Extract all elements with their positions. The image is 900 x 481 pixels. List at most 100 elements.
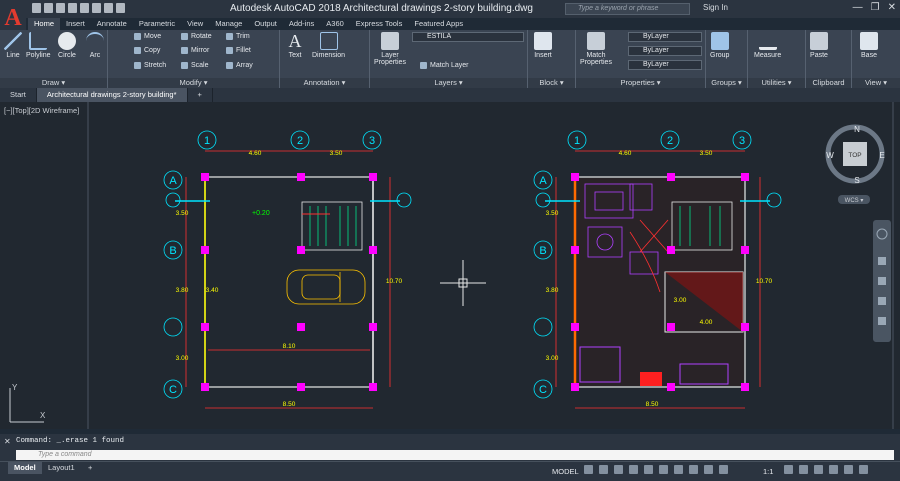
tab-annotate[interactable]: Annotate [91,18,133,30]
group-button[interactable]: Group [710,32,729,59]
redo-icon[interactable] [104,3,113,13]
isolate-icon[interactable] [814,465,823,474]
tab-layout1[interactable]: Layout1 [42,462,81,474]
selection-cycling-icon[interactable] [704,465,713,474]
new-icon[interactable] [32,3,41,13]
saveas-icon[interactable] [68,3,77,13]
search-input[interactable]: Type a keyword or phrase [565,3,690,15]
doc-tab-drawing[interactable]: Architectural drawings 2-story building* [36,88,188,102]
draw-panel-label[interactable]: Draw ▾ [0,78,107,88]
layer-properties-button[interactable]: Layer Properties [373,32,407,66]
showmotion-icon[interactable] [878,317,886,325]
pan-icon[interactable] [878,257,886,265]
model-space-toggle[interactable]: MODEL [552,467,579,476]
modify-panel-label[interactable]: Modify ▾ [108,78,279,88]
clipboard-panel-label[interactable]: Clipboard [806,78,851,88]
viewcube-west[interactable]: W [826,151,834,160]
polyline-button[interactable]: Polyline [26,32,51,59]
copy-button[interactable]: Copy [144,47,178,54]
stretch-button[interactable]: Stretch [144,62,178,69]
properties-panel-label[interactable]: Properties ▾ [576,78,705,88]
wcs-menu[interactable]: WCS ▾ [845,198,864,204]
viewcube-north[interactable]: N [854,125,860,134]
trim-button[interactable]: Trim [236,33,250,40]
tab-home[interactable]: Home [28,18,61,30]
orbit-icon[interactable] [878,297,886,305]
line-button[interactable]: Line [4,32,22,59]
navigation-bar[interactable] [873,220,891,342]
tab-output[interactable]: Output [248,18,283,30]
annotation-scale[interactable]: 1:1 [763,467,773,476]
hardware-acceleration-icon[interactable] [829,465,838,474]
viewcube-east[interactable]: E [879,151,884,160]
annotation-panel-label[interactable]: Annotation ▾ [280,78,369,88]
open-icon[interactable] [44,3,53,13]
close-command-icon[interactable]: ✕ [4,437,11,446]
clean-screen-icon[interactable] [844,465,853,474]
customization-icon[interactable] [859,465,868,474]
lineweight-dropdown[interactable]: ByLayer [628,60,702,70]
tab-parametric[interactable]: Parametric [133,18,181,30]
annotation-monitor-icon[interactable] [799,465,808,474]
match-properties-button[interactable]: Match Properties [579,32,613,66]
polar-icon[interactable] [629,465,638,474]
new-tab-button[interactable]: + [188,88,213,102]
circle-button[interactable]: Circle [58,32,76,59]
linetype-dropdown[interactable]: ByLayer [628,46,702,56]
plot-icon[interactable] [80,3,89,13]
zoom-icon[interactable] [878,277,886,285]
ortho-icon[interactable] [614,465,623,474]
viewcube-top[interactable]: TOP [848,152,861,159]
match-layer-button[interactable]: Match Layer [420,62,469,69]
close-icon[interactable]: ✕ [888,2,896,13]
dimension-button[interactable]: Dimension [312,32,345,59]
command-input[interactable]: Type a command [16,450,894,460]
view-panel-label[interactable]: View ▾ [852,78,900,88]
tab-view[interactable]: View [181,18,209,30]
layer-dropdown[interactable]: ESTILA [412,32,524,42]
drawing-area[interactable]: [−][Top][2D Wireframe] Y X 1 2 3 A B C 4… [0,102,900,429]
mirror-button[interactable]: Mirror [191,47,223,54]
share-icon[interactable] [116,3,125,13]
tab-express-tools[interactable]: Express Tools [350,18,409,30]
fillet-button[interactable]: Fillet [236,47,251,54]
tab-featured-apps[interactable]: Featured Apps [408,18,469,30]
base-button[interactable]: Base [860,32,878,59]
save-icon[interactable] [56,3,65,13]
tab-model[interactable]: Model [8,462,42,474]
snap-icon[interactable] [599,465,608,474]
text-button[interactable]: A Text [286,32,304,59]
undo-icon[interactable] [92,3,101,13]
array-button[interactable]: Array [236,62,253,69]
tab-manage[interactable]: Manage [209,18,248,30]
workspace-icon[interactable] [784,465,793,474]
lineweight-icon[interactable] [674,465,683,474]
measure-button[interactable]: Measure [754,32,781,59]
add-layout-button[interactable]: + [82,462,98,474]
tab-a360[interactable]: A360 [320,18,350,30]
transparency-icon[interactable] [689,465,698,474]
insert-button[interactable]: Insert [534,32,552,59]
color-dropdown[interactable]: ByLayer [628,32,702,42]
layers-panel-label[interactable]: Layers ▾ [370,78,527,88]
viewcube-south[interactable]: S [854,176,859,185]
tab-add-ins[interactable]: Add-ins [283,18,320,30]
minimize-icon[interactable]: — [853,2,863,13]
utilities-panel-label[interactable]: Utilities ▾ [748,78,805,88]
move-button[interactable]: Move [144,33,178,40]
grid-icon[interactable] [584,465,593,474]
annotation-visibility-icon[interactable] [719,465,728,474]
otrack-icon[interactable] [659,465,668,474]
tab-insert[interactable]: Insert [60,18,91,30]
maximize-icon[interactable]: ❐ [871,2,880,13]
groups-panel-label[interactable]: Groups ▾ [706,78,747,88]
arc-button[interactable]: Arc [86,32,104,59]
viewcube[interactable]: TOP N S E W WCS ▾ [825,124,885,204]
osnap-icon[interactable] [644,465,653,474]
sign-in-link[interactable]: Sign In [703,3,728,12]
rotate-button[interactable]: Rotate [191,33,223,40]
block-panel-label[interactable]: Block ▾ [528,78,575,88]
scale-button[interactable]: Scale [191,62,223,69]
paste-button[interactable]: Paste [810,32,828,59]
doc-tab-start[interactable]: Start [0,88,37,102]
